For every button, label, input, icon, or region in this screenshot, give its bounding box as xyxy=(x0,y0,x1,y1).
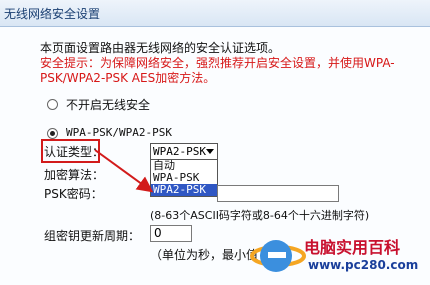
group-key-renew-input[interactable]: 0 xyxy=(150,225,192,242)
auth-option-wpa2-psk[interactable]: WPA2-PSK xyxy=(151,184,217,196)
watermark-site-name: 电脑实用百科 xyxy=(304,238,401,257)
group-key-renew-label: 组密钥更新周期： xyxy=(44,229,141,243)
auth-type-label: 认证类型： xyxy=(44,145,105,159)
group-key-renew-value: 0 xyxy=(154,226,162,240)
ie-logo-icon xyxy=(250,240,306,272)
auth-type-select[interactable]: WPA2-PSK xyxy=(150,143,218,160)
radio-no-security-label: 不开启无线安全 xyxy=(66,98,151,112)
encryption-label: 加密算法： xyxy=(44,168,105,182)
title-bar: 无线网络安全设置 xyxy=(0,0,430,27)
window-title: 无线网络安全设置 xyxy=(4,7,101,21)
auth-type-dropdown-list: 自动 WPA-PSK WPA2-PSK xyxy=(150,159,218,197)
renew-hint: （单位为秒，最小值 xyxy=(150,248,259,262)
radio-wpa-psk-label: WPA-PSK/WPA2-PSK xyxy=(66,126,172,139)
watermark-url: www.pc280.com xyxy=(308,258,419,272)
psk-password-label: PSK密码： xyxy=(44,187,103,201)
dropdown-arrow-icon xyxy=(206,149,214,154)
security-warning-line2: PSK/WPA2-PSK AES加密方法。 xyxy=(40,71,216,85)
watermark-logo: 电脑实用百科 www.pc280.com xyxy=(248,220,428,284)
radio-wpa-psk[interactable] xyxy=(47,128,58,139)
radio-no-security[interactable] xyxy=(47,99,58,110)
psk-password-input[interactable] xyxy=(217,185,339,202)
auth-type-selected: WPA2-PSK xyxy=(153,145,206,158)
